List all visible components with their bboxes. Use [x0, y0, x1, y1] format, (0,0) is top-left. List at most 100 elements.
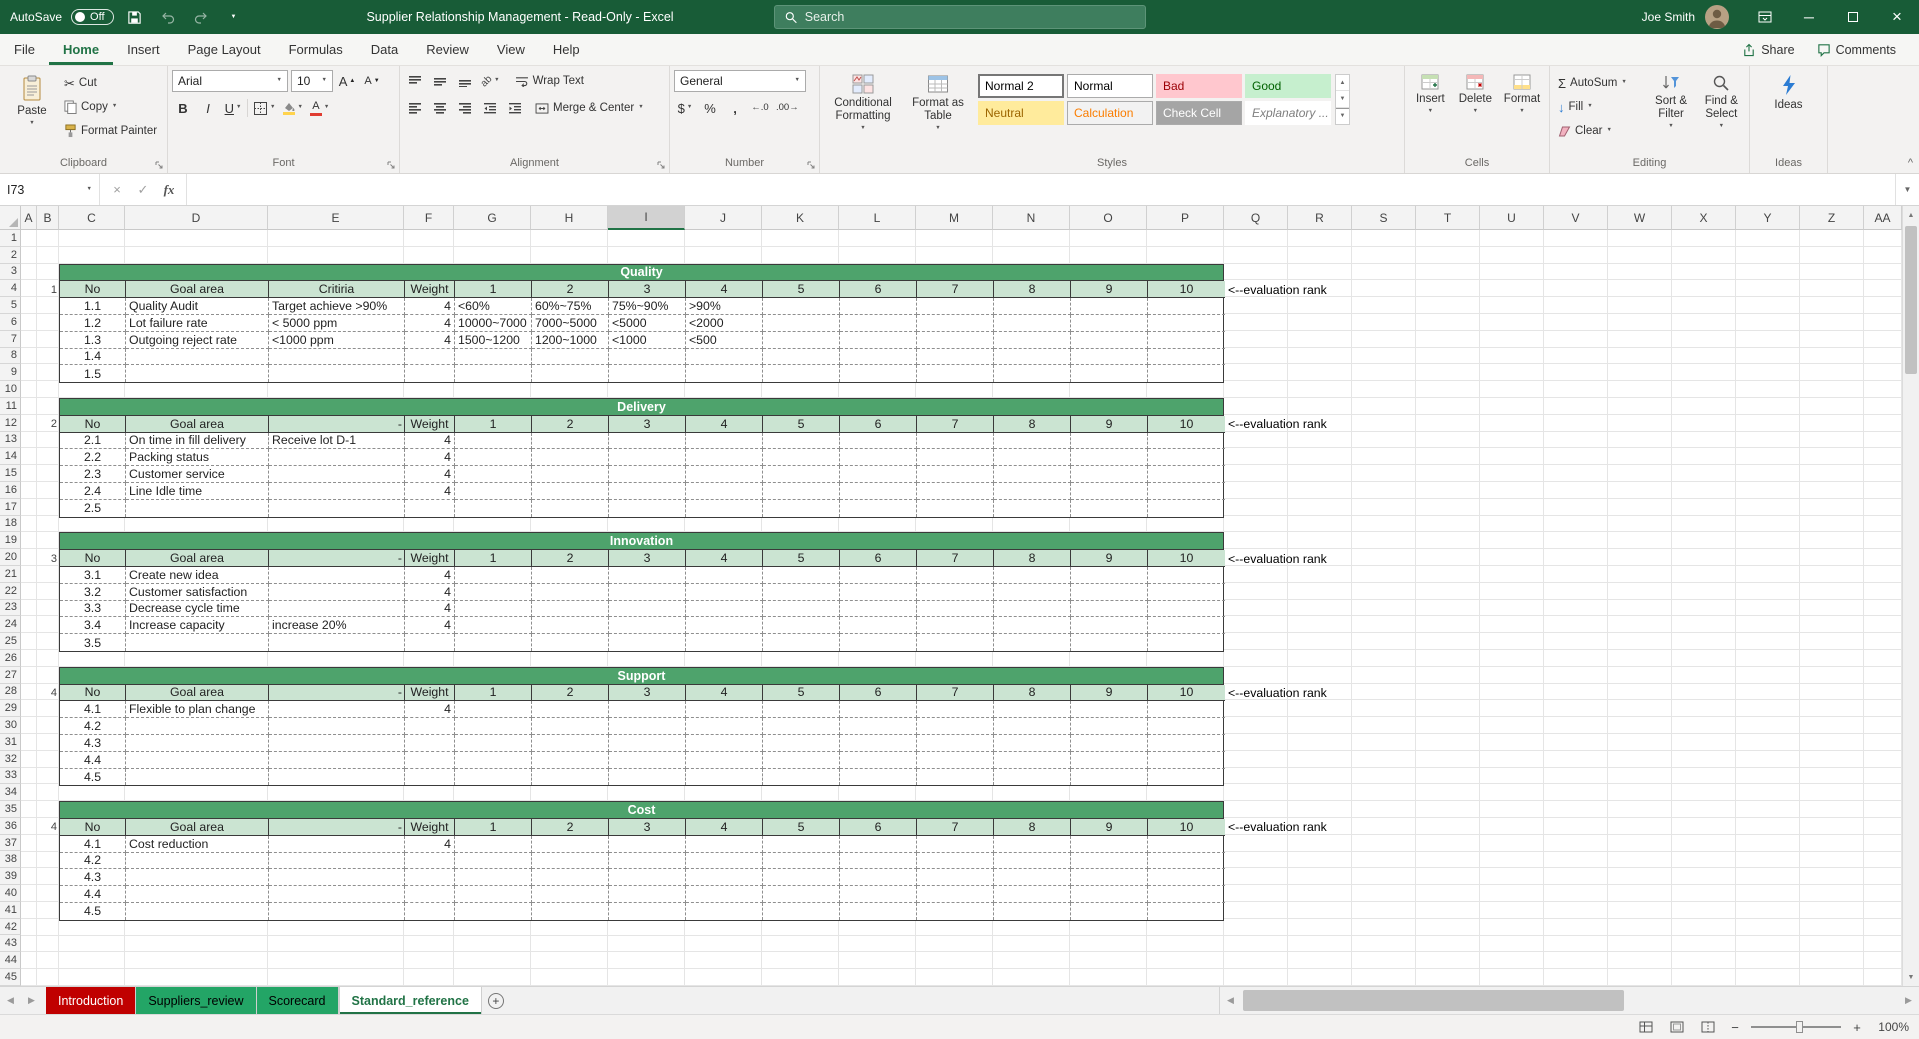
cell[interactable]: [532, 734, 609, 752]
insert-function-button[interactable]: fx: [157, 182, 181, 198]
cell[interactable]: Customer satisfaction: [126, 583, 269, 601]
cell[interactable]: >90%: [686, 298, 763, 315]
scroll-up-button[interactable]: ▲: [1903, 206, 1919, 224]
row-header-11[interactable]: 11: [0, 397, 21, 415]
cell[interactable]: [917, 600, 994, 618]
cell[interactable]: 4: [405, 298, 455, 315]
font-name-select[interactable]: Arial ▼: [172, 70, 288, 92]
cell[interactable]: 4: [405, 701, 455, 719]
cell[interactable]: [917, 482, 994, 500]
row-header-30[interactable]: 30: [0, 717, 21, 734]
evaluation-rank-note[interactable]: <--evaluation rank: [1228, 281, 1327, 298]
cell[interactable]: 4.4: [60, 886, 126, 903]
ribbon-tab-page-layout[interactable]: Page Layout: [174, 34, 275, 65]
header-cell[interactable]: 8: [994, 684, 1071, 702]
cell[interactable]: Quality Audit: [126, 298, 269, 315]
cell[interactable]: [917, 751, 994, 769]
cell[interactable]: [840, 902, 917, 920]
cell[interactable]: [1148, 836, 1225, 853]
zoom-in-button[interactable]: +: [1850, 1020, 1864, 1035]
header-cell[interactable]: 10: [1148, 415, 1225, 433]
cell[interactable]: [269, 751, 405, 769]
cell[interactable]: [126, 852, 269, 870]
cell[interactable]: [609, 634, 686, 651]
cell[interactable]: <1000 ppm: [269, 331, 405, 349]
vertical-scrollbar-thumb[interactable]: [1905, 226, 1917, 374]
cell[interactable]: 4.3: [60, 734, 126, 752]
cell[interactable]: [763, 449, 840, 467]
cell[interactable]: [1148, 332, 1225, 349]
cell[interactable]: [994, 886, 1071, 903]
cell[interactable]: [763, 314, 840, 332]
evaluation-rank-note[interactable]: <--evaluation rank: [1228, 550, 1327, 567]
cell[interactable]: [763, 600, 840, 618]
cell[interactable]: [609, 348, 686, 366]
cell[interactable]: [763, 482, 840, 500]
cell[interactable]: [994, 751, 1071, 769]
center-button[interactable]: [429, 97, 451, 119]
cell[interactable]: 4: [405, 600, 455, 618]
font-dialog-launcher[interactable]: [387, 161, 396, 170]
cell[interactable]: [1071, 734, 1148, 752]
row-header-28[interactable]: 28: [0, 683, 21, 701]
cell[interactable]: [1071, 449, 1148, 467]
header-cell[interactable]: 2: [532, 550, 609, 567]
cell[interactable]: [994, 583, 1071, 601]
cell[interactable]: 1.4: [60, 348, 126, 366]
cell[interactable]: [917, 886, 994, 903]
cell[interactable]: [532, 432, 609, 450]
header-cell[interactable]: 6: [840, 281, 917, 299]
cell[interactable]: [917, 835, 994, 853]
column-header-u[interactable]: U: [1480, 206, 1544, 230]
ribbon-display-options-button[interactable]: [1743, 0, 1787, 34]
cell[interactable]: [609, 852, 686, 870]
cell[interactable]: [405, 634, 455, 651]
header-cell[interactable]: 10: [1148, 281, 1225, 299]
name-box[interactable]: I73 ▼: [0, 174, 100, 205]
decrease-decimal-button[interactable]: .00→: [774, 97, 801, 119]
expand-formula-bar-button[interactable]: ▼: [1895, 174, 1919, 205]
cell[interactable]: [405, 902, 455, 920]
cell[interactable]: [763, 886, 840, 903]
top-align-button[interactable]: [404, 70, 426, 92]
column-header-t[interactable]: T: [1416, 206, 1480, 230]
table-title-quality[interactable]: Quality: [60, 264, 1223, 282]
cell[interactable]: 4: [405, 466, 455, 483]
row-header-13[interactable]: 13: [0, 431, 21, 449]
cell[interactable]: [532, 701, 609, 719]
cell[interactable]: [994, 701, 1071, 719]
cell[interactable]: [840, 314, 917, 332]
row-header-20[interactable]: 20: [0, 549, 21, 566]
cell[interactable]: [917, 365, 994, 383]
column-header-y[interactable]: Y: [1736, 206, 1800, 230]
bottom-align-button[interactable]: [454, 70, 476, 92]
cell[interactable]: [1148, 752, 1225, 769]
cell[interactable]: 3.2: [60, 583, 126, 601]
cell[interactable]: [1071, 482, 1148, 500]
column-header-e[interactable]: E: [268, 206, 404, 230]
cell[interactable]: [994, 852, 1071, 870]
hscroll-left-button[interactable]: ◀: [1220, 987, 1241, 1014]
accounting-format-button[interactable]: $ ▼: [674, 97, 696, 119]
cell[interactable]: Target achieve >90%: [269, 298, 405, 315]
cell[interactable]: [840, 432, 917, 450]
cell[interactable]: [840, 449, 917, 467]
row-header-38[interactable]: 38: [0, 851, 21, 869]
cell[interactable]: [1148, 853, 1225, 870]
cell[interactable]: [1148, 500, 1225, 517]
cell[interactable]: [455, 482, 532, 500]
cell[interactable]: [840, 718, 917, 735]
cell[interactable]: [1071, 365, 1148, 383]
cell[interactable]: [1071, 348, 1148, 366]
cell[interactable]: 3.5: [60, 634, 126, 651]
fill-button[interactable]: ↓ Fill ▼: [1554, 96, 1644, 118]
underline-button[interactable]: U ▼: [222, 97, 244, 119]
cell[interactable]: [917, 449, 994, 467]
cell[interactable]: [917, 718, 994, 735]
cell[interactable]: [840, 365, 917, 383]
table-index-cost[interactable]: 4: [37, 819, 57, 836]
page-break-preview-button[interactable]: [1697, 1017, 1719, 1037]
cell[interactable]: [994, 449, 1071, 467]
cell[interactable]: [763, 348, 840, 366]
header-cell[interactable]: 5: [763, 550, 840, 567]
